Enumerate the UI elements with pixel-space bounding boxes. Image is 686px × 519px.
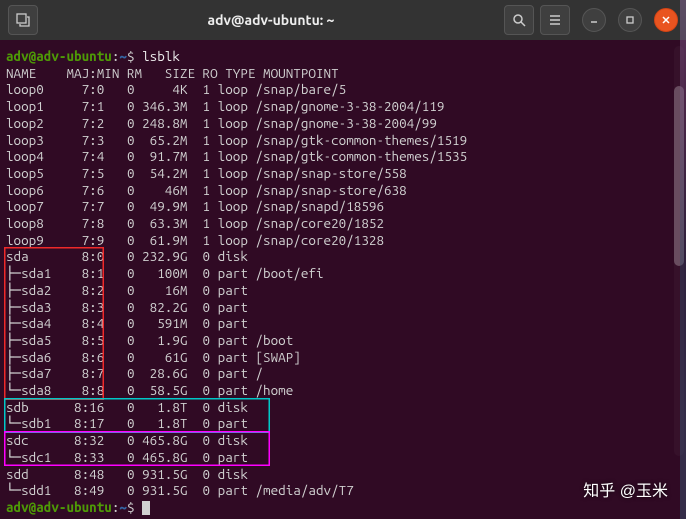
close-icon [661, 15, 671, 25]
window-title: adv@adv-ubuntu: ~ [44, 12, 498, 28]
search-button[interactable] [504, 5, 534, 35]
new-tab-button[interactable] [8, 5, 38, 35]
maximize-button[interactable] [618, 8, 642, 32]
search-icon [512, 13, 526, 27]
watermark: 知乎 @玉米 [583, 477, 668, 501]
titlebar: adv@adv-ubuntu: ~ [0, 0, 686, 40]
minimize-icon [589, 15, 599, 25]
terminal-output[interactable]: adv@adv-ubuntu:~$ lsblk NAME MAJ:MIN RM … [0, 40, 686, 519]
cursor [142, 501, 150, 515]
maximize-icon [625, 15, 635, 25]
new-tab-icon [16, 13, 30, 27]
minimize-button[interactable] [582, 8, 606, 32]
close-button[interactable] [654, 8, 678, 32]
menu-button[interactable] [540, 5, 570, 35]
hamburger-icon [548, 13, 562, 27]
decorative-strip [680, 0, 686, 519]
